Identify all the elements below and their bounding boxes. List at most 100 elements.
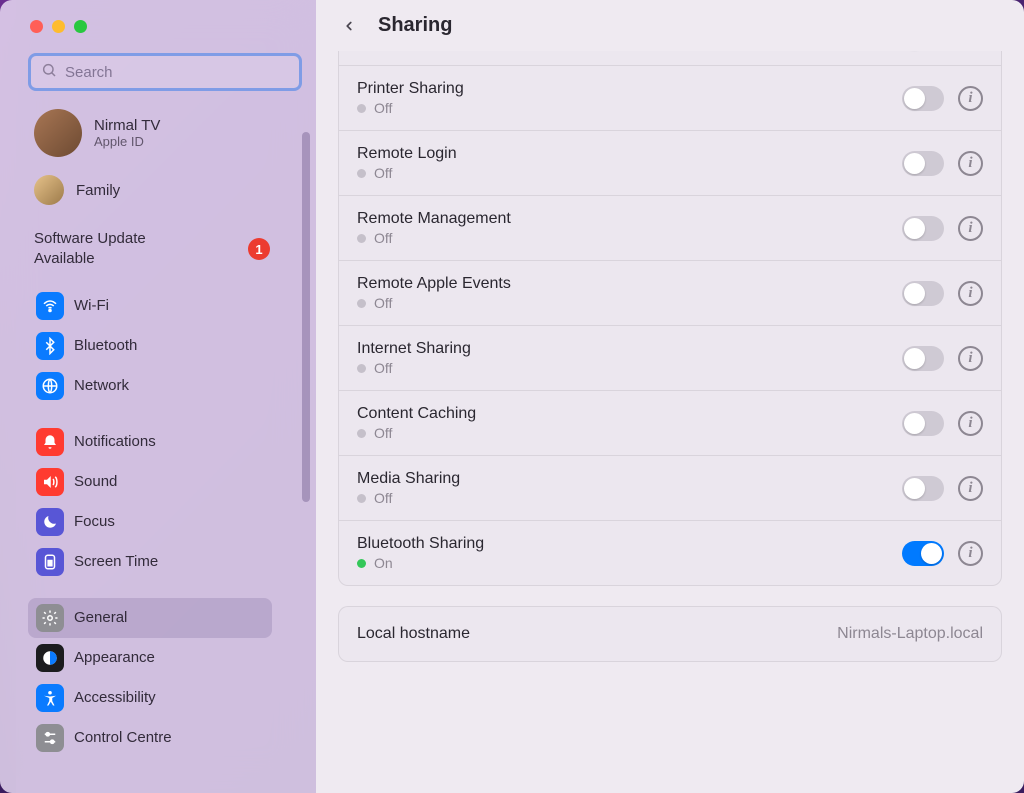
sidebar-item-controlcentre[interactable]: Control Centre: [28, 718, 272, 758]
sharing-row-media-sharing: Media SharingOffi: [339, 455, 1001, 520]
sidebar-item-label: General: [74, 609, 127, 626]
sharing-row-title: Remote Apple Events: [357, 275, 902, 293]
status-text: Off: [374, 295, 392, 311]
main-panel: Sharing File SharingOffi Printer Sharing O…: [316, 0, 1024, 793]
sharing-row-title: Remote Management: [357, 210, 902, 228]
sidebar-nav-list: Wi-Fi Bluetooth Network Notifications Sound F…: [28, 286, 302, 758]
internet-sharing-info-button[interactable]: i: [958, 346, 983, 371]
apple-id-name: Nirmal TV: [94, 117, 160, 134]
sharing-row-controls: i: [902, 346, 983, 371]
sidebar-item-label: Control Centre: [74, 729, 172, 746]
sharing-row-bluetooth-sharing: Bluetooth Sharing On i: [339, 520, 1001, 585]
apple-id-text: Nirmal TV Apple ID: [94, 117, 160, 149]
bluetooth-sharing-toggle[interactable]: [902, 541, 944, 566]
sidebar-item-sound[interactable]: Sound: [28, 462, 272, 502]
sharing-services-card: File SharingOffiPrinter SharingOffiRemot…: [338, 51, 1002, 586]
sidebar-item-appearance[interactable]: Appearance: [28, 638, 272, 678]
status-text: Off: [374, 360, 392, 376]
sidebar-item-label: Bluetooth: [74, 337, 137, 354]
sidebar-item-general[interactable]: General: [28, 598, 272, 638]
sharing-row-remote-management: Remote Management Off i: [339, 195, 1001, 260]
sharing-row-status: Off: [357, 165, 902, 181]
search-field-container[interactable]: [28, 53, 302, 91]
software-update-text: Software Update Available: [34, 229, 146, 270]
content-scrollbar-track[interactable]: [1004, 55, 1020, 789]
sharing-row-title: Remote Login: [357, 145, 902, 163]
close-window-button[interactable]: [30, 20, 43, 33]
local-hostname-row[interactable]: Local hostname Nirmals-Laptop.local: [339, 607, 1001, 661]
search-input[interactable]: [65, 64, 289, 81]
printer-sharing-toggle[interactable]: [902, 86, 944, 111]
family-row[interactable]: Family: [28, 169, 302, 211]
sharing-row-title: Internet Sharing: [357, 340, 902, 358]
media-sharing-toggle[interactable]: [902, 476, 944, 501]
family-avatar: [34, 175, 64, 205]
general-icon: [36, 604, 64, 632]
status-dot-icon: [357, 559, 366, 568]
sidebar-item-bluetooth[interactable]: Bluetooth: [28, 326, 272, 366]
sharing-row-title: Bluetooth Sharing: [357, 535, 902, 553]
sharing-row-controls: i: [902, 476, 983, 501]
sidebar-item-label: Accessibility: [74, 689, 156, 706]
remote-management-toggle[interactable]: [902, 216, 944, 241]
titlebar: Sharing: [316, 0, 1024, 51]
sharing-row-status: Off: [357, 425, 902, 441]
content-scrollbar-thumb[interactable]: [1006, 145, 1018, 745]
sharing-row-text: Remote Apple Events Off: [357, 275, 902, 311]
status-text: Off: [374, 230, 392, 246]
family-label: Family: [76, 182, 120, 199]
sidebar-item-notifications[interactable]: Notifications: [28, 422, 272, 462]
remote-management-info-button[interactable]: i: [958, 216, 983, 241]
content-caching-info-button[interactable]: i: [958, 411, 983, 436]
bluetooth-sharing-info-button[interactable]: i: [958, 541, 983, 566]
status-dot-icon: [357, 364, 366, 373]
status-dot-icon: [357, 494, 366, 503]
sidebar-item-focus[interactable]: Focus: [28, 502, 272, 542]
sharing-row-status: On: [357, 555, 902, 571]
sharing-row-file-sharing: File SharingOffi: [339, 51, 1001, 65]
internet-sharing-toggle[interactable]: [902, 346, 944, 371]
sharing-row-controls: i: [902, 281, 983, 306]
sharing-row-title: Content Caching: [357, 405, 902, 423]
sharing-row-internet-sharing: Internet Sharing Off i: [339, 325, 1001, 390]
sidebar-item-label: Focus: [74, 513, 115, 530]
sidebar-item-accessibility[interactable]: Accessibility: [28, 678, 272, 718]
sidebar-item-screentime[interactable]: Screen Time: [28, 542, 272, 582]
sidebar-item-label: Network: [74, 377, 129, 394]
sharing-row-controls: i: [902, 151, 983, 176]
status-dot-icon: [357, 299, 366, 308]
sidebar-item-wifi[interactable]: Wi-Fi: [28, 286, 272, 326]
content-caching-toggle[interactable]: [902, 411, 944, 436]
sharing-row-status: Off: [357, 490, 902, 506]
sidebar-item-label: Wi-Fi: [74, 297, 109, 314]
apple-id-row[interactable]: Nirmal TV Apple ID: [28, 91, 302, 169]
remote-login-info-button[interactable]: i: [958, 151, 983, 176]
sidebar-item-label: Sound: [74, 473, 117, 490]
media-sharing-info-button[interactable]: i: [958, 476, 983, 501]
sidebar-item-network[interactable]: Network: [28, 366, 272, 406]
printer-sharing-info-button[interactable]: i: [958, 86, 983, 111]
minimize-window-button[interactable]: [52, 20, 65, 33]
status-text: On: [374, 555, 393, 571]
remote-apple-events-info-button[interactable]: i: [958, 281, 983, 306]
sharing-row-text: Content Caching Off: [357, 405, 902, 441]
controlcentre-icon: [36, 724, 64, 752]
sharing-row-title: Printer Sharing: [357, 80, 902, 98]
back-button[interactable]: [338, 15, 360, 37]
remote-login-toggle[interactable]: [902, 151, 944, 176]
local-hostname-value: Nirmals-Laptop.local: [837, 625, 983, 643]
focus-icon: [36, 508, 64, 536]
sharing-row-status: Off: [357, 360, 902, 376]
update-badge: 1: [248, 238, 270, 260]
remote-apple-events-toggle[interactable]: [902, 281, 944, 306]
sharing-row-remote-apple-events: Remote Apple Events Off i: [339, 260, 1001, 325]
sidebar-scrollbar[interactable]: [302, 132, 310, 502]
apple-id-sub: Apple ID: [94, 134, 160, 149]
software-update-row[interactable]: Software Update Available 1: [28, 211, 302, 286]
appearance-icon: [36, 644, 64, 672]
sharing-row-status: Off: [357, 230, 902, 246]
status-dot-icon: [357, 429, 366, 438]
traffic-lights: [28, 20, 302, 53]
maximize-window-button[interactable]: [74, 20, 87, 33]
system-settings-window: Nirmal TV Apple ID Family Software Updat…: [0, 0, 1024, 793]
